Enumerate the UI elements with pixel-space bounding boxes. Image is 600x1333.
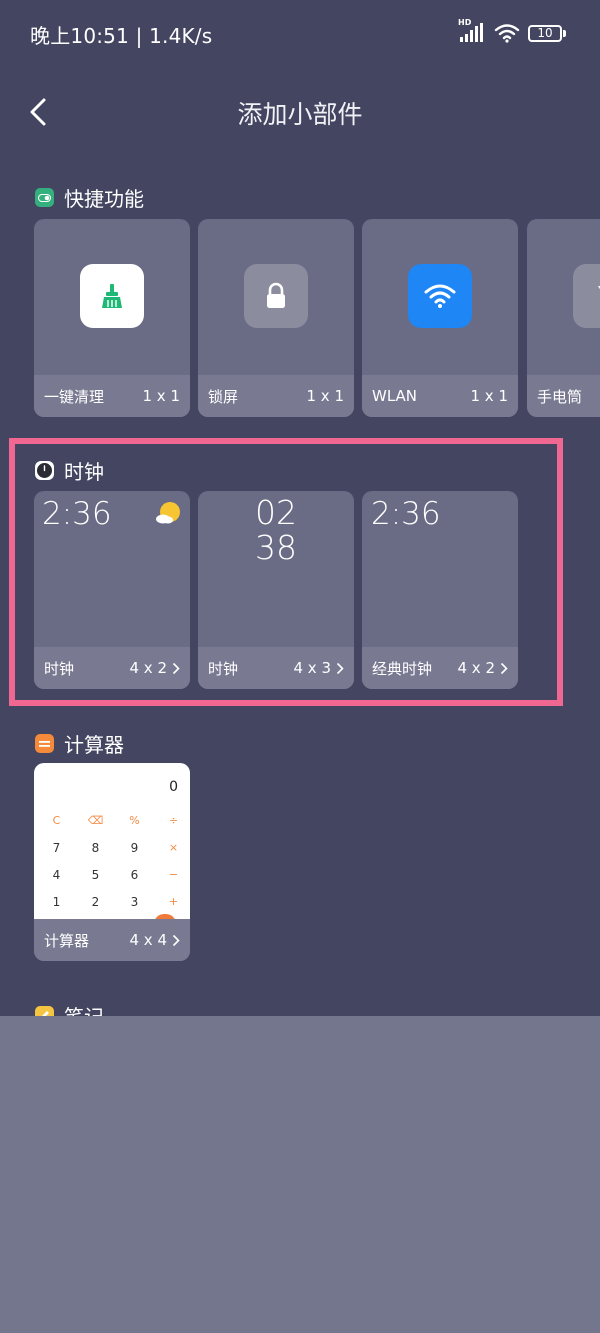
- chevron-right-icon: [336, 662, 344, 675]
- calc-key: ÷: [168, 814, 179, 827]
- toggle-icon: [35, 188, 54, 207]
- status-bar: 晚上10:51 | 1.4K/s HD 10: [0, 0, 600, 64]
- widget-card-calculator[interactable]: 0 C ⌫ % ÷ 7 8 9 × 4 5 6 − 1 2 3 + 计算器 4 …: [34, 763, 190, 961]
- widget-size: 4 x 2: [457, 659, 496, 677]
- clock-preview-time: 2:36: [42, 496, 112, 532]
- widget-name: 时钟: [44, 659, 75, 678]
- section-title: 计算器: [64, 733, 124, 757]
- widget-card-flashlight[interactable]: 手电筒: [527, 219, 600, 417]
- widget-name: 锁屏: [208, 387, 239, 406]
- calc-key: 5: [91, 867, 100, 882]
- hd-label: HD: [458, 18, 472, 27]
- calculator-icon: [35, 734, 54, 753]
- section-title: 快捷功能: [64, 187, 144, 211]
- calc-key: 8: [91, 840, 100, 855]
- widget-name: 手电筒: [537, 387, 583, 406]
- bottom-overlay: [0, 1016, 600, 1333]
- widget-card-cleanup[interactable]: 一键清理 1 x 1: [34, 219, 190, 417]
- widget-card-footer: 时钟 4 x 2: [34, 647, 190, 689]
- calc-key: 4: [52, 867, 61, 882]
- status-icons: HD 10: [458, 18, 566, 46]
- widget-card-footer: 一键清理 1 x 1: [34, 375, 190, 417]
- widget-card-footer: 经典时钟 4 x 2: [362, 647, 518, 689]
- calc-key: 7: [52, 840, 61, 855]
- widget-size: 4 x 2: [129, 659, 168, 677]
- calc-key: ×: [168, 841, 179, 854]
- widget-name: 一键清理: [44, 387, 105, 406]
- cellular-signal-icon: HD: [458, 18, 486, 44]
- calc-key: 6: [130, 867, 139, 882]
- widget-size: 1 x 1: [306, 387, 345, 405]
- calculator-display: 0: [169, 779, 178, 795]
- battery-icon: 10: [528, 24, 566, 42]
- widget-name: 经典时钟: [372, 659, 433, 678]
- widget-card-footer: 计算器 4 x 4: [34, 919, 190, 961]
- section-header-clock: 时钟: [35, 456, 104, 485]
- widget-name: WLAN: [372, 387, 418, 405]
- widget-card-clock-4x2[interactable]: 2:36 时钟 4 x 2: [34, 491, 190, 689]
- wifi-icon: [408, 264, 472, 328]
- status-time: 晚上10:51 | 1.4K/s: [30, 24, 213, 48]
- flashlight-icon: [573, 264, 600, 328]
- widget-card-footer: 手电筒: [527, 375, 600, 417]
- section-title: 时钟: [64, 460, 104, 484]
- widget-card-lock[interactable]: 锁屏 1 x 1: [198, 219, 354, 417]
- widget-card-footer: WLAN 1 x 1: [362, 375, 518, 417]
- clock-icon: [35, 461, 54, 480]
- chevron-right-icon: [500, 662, 508, 675]
- section-header-calculator: 计算器: [35, 729, 124, 758]
- calculator-preview: 0 C ⌫ % ÷ 7 8 9 × 4 5 6 − 1 2 3 +: [34, 763, 190, 924]
- broom-icon: [80, 264, 144, 328]
- calc-key: 2: [91, 894, 100, 909]
- calc-key: %: [129, 814, 140, 827]
- widget-size: 1 x 1: [470, 387, 509, 405]
- widget-card-wlan[interactable]: WLAN 1 x 1: [362, 219, 518, 417]
- clock-preview-minute: 38: [255, 528, 297, 567]
- chevron-right-icon: [172, 934, 180, 947]
- calc-key: +: [168, 895, 179, 908]
- calc-key: −: [168, 868, 179, 881]
- widget-size: 4 x 3: [293, 659, 332, 677]
- page-title: 添加小部件: [237, 100, 363, 129]
- widget-card-footer: 锁屏 1 x 1: [198, 375, 354, 417]
- lock-icon: [244, 264, 308, 328]
- widget-card-clock-4x3[interactable]: 02 38 时钟 4 x 3: [198, 491, 354, 689]
- widget-card-classic-clock[interactable]: 2:36 经典时钟 4 x 2: [362, 491, 518, 689]
- clock-preview-time: 2:36: [371, 496, 441, 532]
- calc-key: 1: [52, 894, 61, 909]
- calc-key: ⌫: [87, 814, 104, 827]
- weather-sunny-cloudy-icon: [156, 502, 180, 524]
- battery-level: 10: [528, 24, 562, 42]
- wifi-icon: [494, 24, 520, 43]
- widget-size: 4 x 4: [129, 931, 168, 949]
- clock-preview-hour: 02: [255, 493, 297, 532]
- calculator-keypad: C ⌫ % ÷ 7 8 9 × 4 5 6 − 1 2 3 +: [34, 807, 190, 915]
- calc-key: C: [52, 814, 61, 827]
- widget-size: 1 x 1: [142, 387, 181, 405]
- chevron-right-icon: [172, 662, 180, 675]
- widget-card-footer: 时钟 4 x 3: [198, 647, 354, 689]
- widget-name: 计算器: [44, 931, 90, 950]
- widget-name: 时钟: [208, 659, 239, 678]
- section-header-quick: 快捷功能: [35, 183, 144, 212]
- calc-key: 3: [130, 894, 139, 909]
- calc-key: 9: [130, 840, 139, 855]
